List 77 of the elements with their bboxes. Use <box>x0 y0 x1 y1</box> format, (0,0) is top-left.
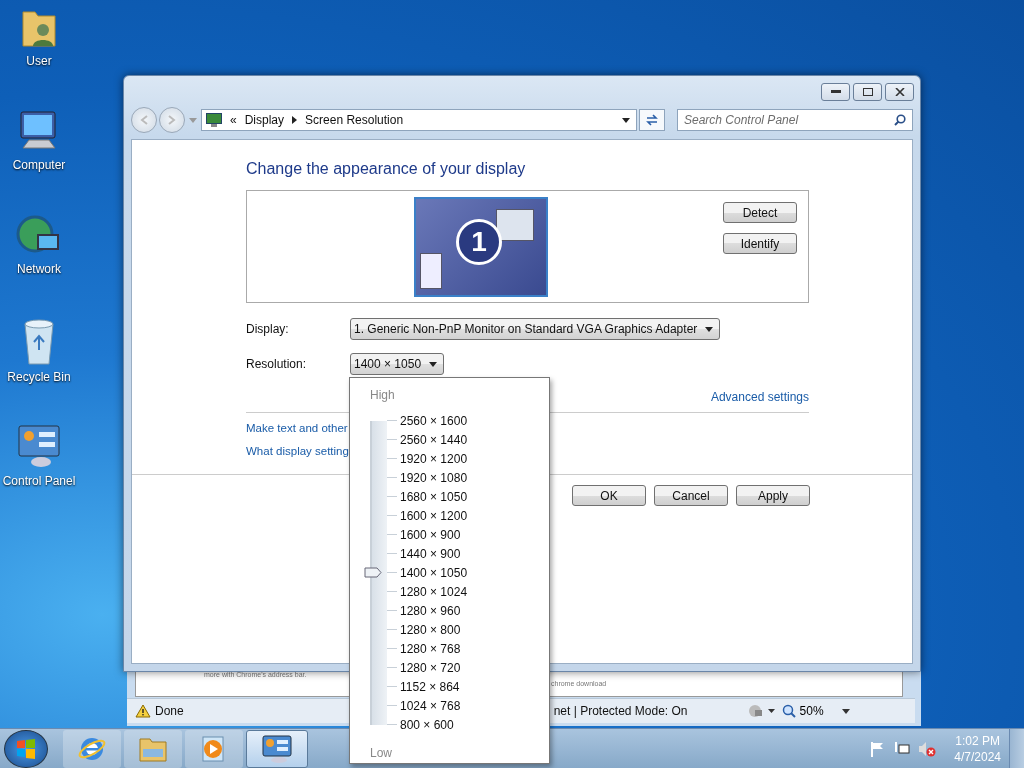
resolution-option[interactable]: 2560 × 1440 <box>400 432 468 447</box>
control-taskbar-button[interactable] <box>246 730 308 768</box>
slider-thumb[interactable] <box>364 567 382 578</box>
dropdown-arrow-icon <box>705 326 714 332</box>
field-label: Display: <box>246 322 290 336</box>
browser-taskbar-button[interactable] <box>63 730 121 768</box>
field-label: Resolution: <box>246 357 308 371</box>
resolution-option[interactable]: 1440 × 900 <box>400 546 461 561</box>
maximize-icon <box>862 88 873 96</box>
desktop-icon-label[interactable]: User <box>26 54 52 68</box>
monitor-icon <box>206 113 222 127</box>
minimize-button[interactable] <box>821 83 850 101</box>
dropdown-arrow-icon <box>429 361 438 367</box>
resolution-option[interactable]: 1280 × 960 <box>400 603 461 618</box>
preview-button[interactable]: Detect <box>723 202 797 223</box>
window-thumbnail <box>496 209 534 241</box>
resolution-option[interactable]: 800 × 600 <box>400 717 454 732</box>
refresh-button[interactable] <box>639 109 665 131</box>
start-button[interactable] <box>4 730 48 768</box>
page-heading: Change the appearance of your display <box>246 160 527 178</box>
network-monitor-icon[interactable] <box>894 741 911 757</box>
slider-track[interactable] <box>370 421 387 725</box>
breadcrumb-overflow[interactable]: « <box>230 113 237 127</box>
zoom-icon[interactable] <box>781 704 796 718</box>
search-icon <box>894 114 906 126</box>
control-panel-icon[interactable] <box>15 422 63 470</box>
folder-icon <box>138 735 168 763</box>
warning-icon <box>135 704 151 718</box>
close-button[interactable] <box>885 83 914 101</box>
search-field[interactable]: Search Control Panel <box>677 109 913 131</box>
close-icon <box>894 88 905 96</box>
lock-icon[interactable] <box>747 704 778 718</box>
dropdown-arrow-icon[interactable] <box>841 708 850 714</box>
resolution-option[interactable]: 1280 × 800 <box>400 622 461 637</box>
advanced-settings-link[interactable]: Advanced settings <box>710 390 809 404</box>
breadcrumb-item[interactable]: Display <box>244 113 285 127</box>
desktop-icon-label[interactable]: Recycle Bin <box>7 370 71 384</box>
display-dropdown[interactable]: 1. Generic Non-PnP Monitor on Standard VGA Graphics Adapter <box>350 318 721 340</box>
minimize-icon <box>830 90 841 94</box>
dialog-button[interactable]: OK <box>572 485 646 506</box>
resolution-option[interactable]: 1920 × 1200 <box>400 451 468 466</box>
window-thumbnail <box>420 253 442 289</box>
desktop-icon-label[interactable]: Computer <box>12 158 66 172</box>
help-link[interactable]: What display setting <box>246 445 349 457</box>
resolution-option[interactable]: 1024 × 768 <box>400 698 461 713</box>
windows-logo-icon <box>16 739 36 759</box>
resolution-option[interactable]: 1152 × 864 <box>400 679 460 694</box>
refresh-arrows-icon <box>645 113 659 127</box>
status-text: Done <box>155 704 184 718</box>
control-panel-icon <box>261 734 293 764</box>
speaker-muted-icon[interactable] <box>918 741 937 757</box>
monitor-tile[interactable]: 1 <box>414 197 548 297</box>
resolution-option[interactable]: 1600 × 900 <box>400 527 461 542</box>
resolution-option[interactable]: 1280 × 768 <box>400 641 461 656</box>
maximize-button[interactable] <box>853 83 882 101</box>
security-zone-text: net | Protected Mode: On <box>553 704 688 718</box>
chevron-icon[interactable] <box>292 116 298 124</box>
resolution-option[interactable]: 1680 × 1050 <box>400 489 468 504</box>
resolution-option[interactable]: 1280 × 720 <box>400 660 461 675</box>
desktop-icon-label[interactable]: Network <box>17 262 61 276</box>
resolution-option[interactable]: 1600 × 1200 <box>400 508 468 523</box>
resolution-option[interactable]: 1920 × 1080 <box>400 470 468 485</box>
dropdown-arrow-icon[interactable] <box>622 117 630 123</box>
preview-button[interactable]: Identify <box>723 233 797 254</box>
breadcrumb-item[interactable]: Screen Resolution <box>305 113 404 127</box>
low-label: Low <box>370 746 393 762</box>
dialog-button[interactable]: Apply <box>736 485 810 506</box>
monitor-number: 1 <box>456 219 502 265</box>
resolution-option[interactable]: 2560 × 1600 <box>400 413 468 428</box>
address-bar[interactable]: « Display Screen Resolution <box>201 109 637 131</box>
high-label: High <box>370 388 396 404</box>
zoom-level-text[interactable]: 50% <box>799 704 824 718</box>
help-link[interactable]: Make text and other <box>246 422 348 434</box>
resolution-option[interactable]: 1280 × 1024 <box>400 584 468 599</box>
resolution-dropdown[interactable]: 1400 × 1050 <box>350 353 445 375</box>
dialog-button[interactable]: Cancel <box>654 485 728 506</box>
resolution-option[interactable]: 1400 × 1050 <box>400 565 468 580</box>
